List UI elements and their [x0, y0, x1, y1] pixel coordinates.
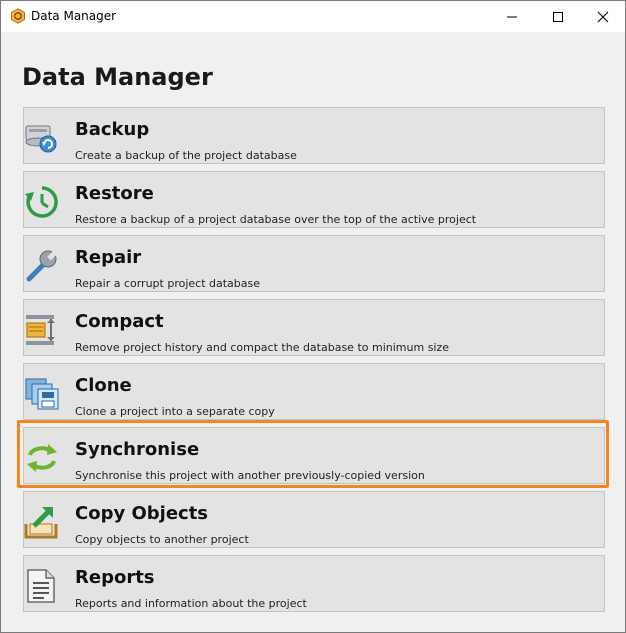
sync-icon: [27, 444, 57, 472]
restore-description: Restore a backup of a project database o…: [75, 213, 477, 226]
restore-button[interactable]: Restore Restore a backup of a project da…: [23, 171, 605, 228]
minimize-icon: [507, 16, 517, 17]
maximize-icon: [553, 11, 563, 22]
copy-objects-icon: [24, 507, 58, 539]
reports-description: Reports and information about the projec…: [75, 597, 307, 610]
close-icon: [597, 11, 609, 22]
wrench-icon: [26, 250, 57, 282]
synchronise-label: Synchronise: [75, 439, 200, 460]
repair-description: Repair a corrupt project database: [75, 277, 261, 290]
data-manager-window: Data Manager Data Manager Backup Create …: [0, 0, 626, 633]
compact-button[interactable]: Compact Remove project history and compa…: [23, 299, 605, 356]
restore-label: Restore: [75, 183, 154, 204]
synchronise-description: Synchronise this project with another pr…: [75, 469, 425, 482]
maximize-button[interactable]: [535, 1, 581, 32]
copy-objects-label: Copy Objects: [75, 503, 209, 524]
title-bar[interactable]: Data Manager: [1, 1, 625, 32]
backup-icon: [25, 125, 57, 153]
reports-label: Reports: [75, 567, 155, 588]
backup-label: Backup: [75, 119, 150, 140]
repair-label: Repair: [75, 247, 142, 268]
clone-description: Clone a project into a separate copy: [75, 405, 275, 418]
synchronise-button[interactable]: Synchronise Synchronise this project wit…: [23, 427, 605, 484]
report-icon: [27, 569, 55, 603]
reports-button[interactable]: Reports Reports and information about th…: [23, 555, 605, 612]
backup-description: Create a backup of the project database: [75, 149, 297, 162]
repair-button[interactable]: Repair Repair a corrupt project database: [23, 235, 605, 292]
restore-icon: [25, 186, 58, 218]
copy-objects-description: Copy objects to another project: [75, 533, 249, 546]
copy-objects-button[interactable]: Copy Objects Copy objects to another pro…: [23, 491, 605, 548]
compact-label: Compact: [75, 311, 164, 332]
app-logo-icon: [11, 8, 25, 24]
window-title: Data Manager: [31, 9, 117, 23]
minimize-button[interactable]: [489, 1, 535, 32]
clone-label: Clone: [75, 375, 132, 396]
compact-description: Remove project history and compact the d…: [75, 341, 450, 354]
close-button[interactable]: [580, 1, 626, 32]
clone-icon: [25, 378, 59, 410]
backup-button[interactable]: Backup Create a backup of the project da…: [23, 107, 605, 164]
page-title: Data Manager: [22, 63, 213, 91]
clone-button[interactable]: Clone Clone a project into a separate co…: [23, 363, 605, 420]
compact-icon: [26, 315, 55, 345]
